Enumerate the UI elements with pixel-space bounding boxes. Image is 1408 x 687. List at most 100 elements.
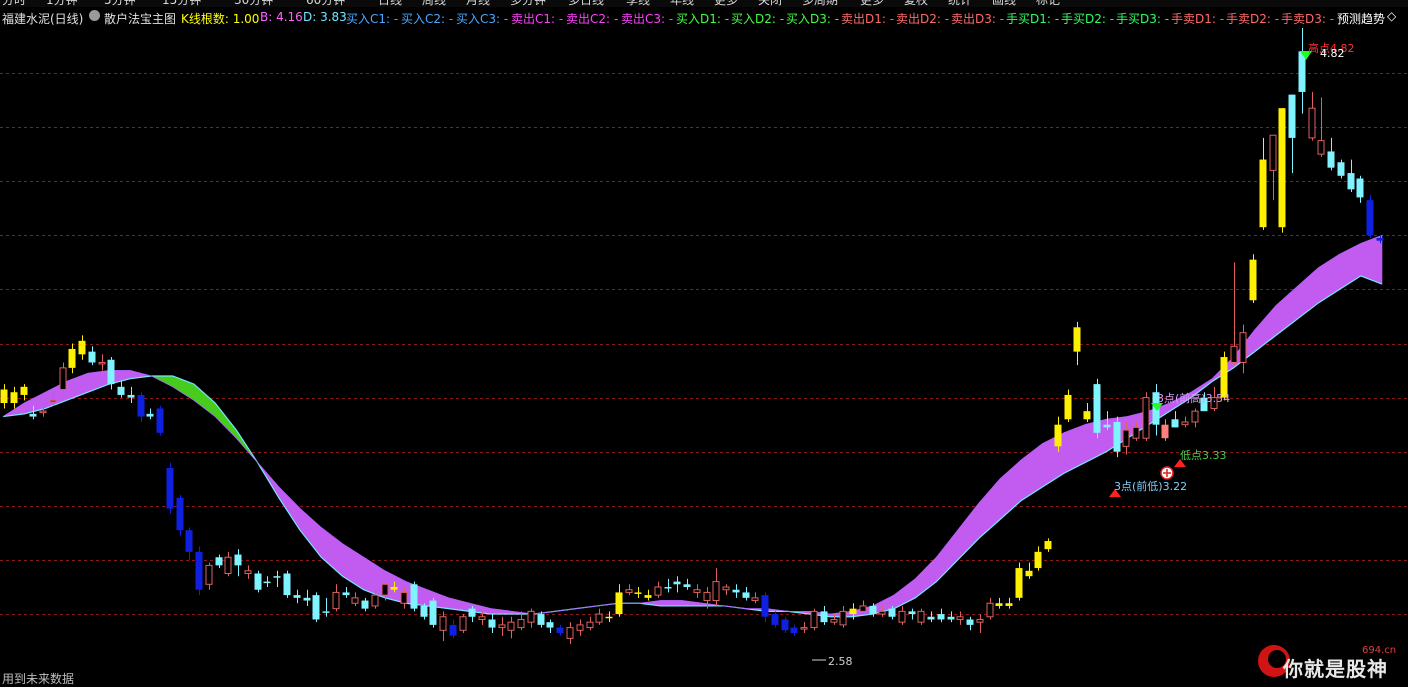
candle-body — [1191, 410, 1199, 423]
menu-item-19[interactable]: 画线 — [992, 0, 1016, 7]
diamond-icon: ◇ — [1387, 9, 1397, 23]
candle-body — [224, 556, 232, 574]
candle-body — [1161, 424, 1169, 439]
future-data-label: 用到未来数据 — [2, 672, 75, 686]
hand-buy-d1: 手买D1: - — [1006, 12, 1060, 26]
menu-item-15[interactable]: 多周期 — [802, 0, 838, 7]
menu-item-13[interactable]: 更多 — [714, 0, 738, 7]
candle-body — [185, 530, 193, 552]
candle-body — [1288, 94, 1296, 138]
sell-c2: 卖出C2: - — [566, 12, 619, 26]
candle-body — [293, 595, 301, 598]
candle-body — [605, 616, 613, 619]
menu-item-9[interactable]: 多分钟 — [510, 0, 546, 7]
candle-body — [908, 611, 916, 615]
candle-body — [166, 467, 174, 509]
candle-body — [205, 564, 213, 585]
menu-item-17[interactable]: 复权 — [904, 0, 928, 7]
candle-body — [137, 394, 145, 417]
menu-item-6[interactable]: 日线 — [378, 0, 402, 7]
band-segment — [299, 507, 322, 559]
candle-body — [478, 616, 486, 620]
dropdown-icon[interactable] — [89, 10, 100, 21]
menu-item-14[interactable]: 关闭 — [758, 0, 782, 7]
candle-body — [683, 584, 691, 588]
candle-body — [820, 611, 828, 623]
menu-item-5[interactable]: 60分钟 — [306, 0, 345, 7]
candle-body — [673, 581, 681, 585]
menu-item-18[interactable]: 统计 — [948, 0, 972, 7]
candle-body — [68, 348, 76, 368]
candle-body — [976, 618, 984, 623]
candle-body — [664, 587, 672, 589]
candle-body — [800, 627, 808, 630]
candle-body — [342, 592, 350, 596]
candle-body — [117, 386, 125, 395]
band-segment — [1275, 286, 1298, 337]
stock-title: 福建水泥(日线) — [2, 12, 84, 26]
prev-low-label: 3点(前低)3.22 — [1114, 479, 1187, 493]
menu-item-4[interactable]: 30分钟 — [234, 0, 273, 7]
candle-body — [1171, 419, 1179, 428]
candle-body — [947, 616, 955, 620]
candle-body — [1259, 159, 1267, 228]
candle-body — [1230, 345, 1238, 363]
candle-body — [566, 627, 574, 639]
candle-body — [1181, 421, 1189, 426]
candle-body — [20, 386, 28, 395]
candle-body — [507, 621, 515, 631]
indicator-name[interactable]: 散户法宝主图 — [104, 10, 176, 27]
menu-item-7[interactable]: 周线 — [422, 0, 446, 7]
candle-body — [371, 594, 379, 607]
candle-body — [556, 627, 564, 633]
candle-body — [986, 602, 994, 618]
buy-c3: 买入C3: - — [456, 12, 509, 26]
candle-body — [322, 611, 330, 613]
candle-body — [937, 614, 945, 620]
candle-body — [517, 618, 525, 629]
buy-c1: 买入C1: - — [346, 12, 399, 26]
candle-body — [303, 597, 311, 601]
candle-body — [859, 605, 867, 612]
menu-item-8[interactable]: 月线 — [466, 0, 490, 7]
candle-body — [1347, 173, 1355, 190]
candle-body — [1073, 327, 1081, 352]
candle-body — [88, 351, 96, 363]
candle-body — [98, 361, 106, 365]
menu-item-12[interactable]: 年线 — [670, 0, 694, 7]
candle-body — [146, 413, 154, 417]
candle-body — [654, 586, 662, 596]
menu-item-11[interactable]: 季线 — [626, 0, 650, 7]
candle-body — [634, 592, 642, 594]
forecast-trend[interactable]: 预测趋势 — [1337, 10, 1385, 27]
candle-body — [488, 619, 496, 628]
menu-item-10[interactable]: 多日线 — [568, 0, 604, 7]
candle-body — [1308, 107, 1316, 139]
candle-body — [195, 551, 203, 590]
candle-body — [898, 610, 906, 623]
band-segment — [320, 526, 343, 577]
watermark-title: 你就是股神 — [1283, 657, 1388, 681]
menu-item-16[interactable]: 更多 — [860, 0, 884, 7]
buy-d1: 买入D1: - — [676, 12, 730, 26]
candle-body — [234, 554, 242, 566]
candlestick-chart[interactable]: 高点4.824.822.583点(前高)3.543点(前低)3.22低点3.33 — [0, 28, 1408, 687]
menu-item-0[interactable]: 分时 — [2, 0, 26, 7]
candle-body — [498, 624, 506, 629]
candle-body — [1083, 411, 1091, 420]
hand-buy-d2: 手买D2: - — [1061, 12, 1115, 26]
candle-body — [586, 621, 594, 629]
candle-body — [625, 589, 633, 593]
menu-item-3[interactable]: 15分钟 — [162, 0, 201, 7]
candle-body — [830, 618, 838, 623]
menu-item-20[interactable]: 标记 — [1036, 0, 1060, 7]
candle-body — [244, 570, 252, 574]
candle-body — [869, 605, 877, 615]
menu-item-2[interactable]: 5分钟 — [104, 0, 136, 7]
hand-buy-d3: 手买D3: - — [1116, 12, 1170, 26]
sell-c3: 卖出C3: - — [621, 12, 674, 26]
candle-body — [761, 595, 769, 617]
prev-high-label: 3点(前高)3.54 — [1157, 391, 1230, 405]
hand-sell-d2: 手卖D2: - — [1226, 12, 1280, 26]
menu-item-1[interactable]: 1分钟 — [46, 0, 78, 7]
